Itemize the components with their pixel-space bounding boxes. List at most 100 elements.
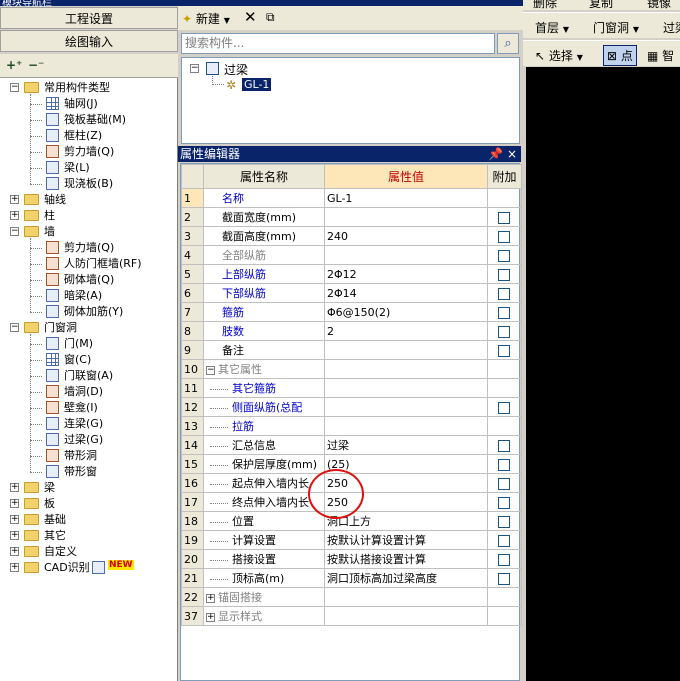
property-value[interactable]	[324, 587, 488, 607]
attach-checkbox[interactable]	[498, 439, 510, 452]
attach-checkbox[interactable]	[498, 553, 510, 566]
property-row[interactable]: 5 上部纵筋 2Φ12	[181, 264, 522, 284]
property-row[interactable]: 7 箍筋 Φ6@150(2)	[181, 302, 522, 322]
property-value[interactable]: 过梁	[324, 435, 488, 455]
tree-item-beam[interactable]: 梁(L)	[0, 160, 176, 176]
tree-item-civil-defense-wall[interactable]: 人防门框墙(RF)	[0, 256, 176, 272]
property-row[interactable]: 8 肢数 2	[181, 321, 522, 341]
mirror-button[interactable]: 镜像	[647, 0, 671, 11]
attach-checkbox[interactable]	[498, 268, 510, 281]
property-row[interactable]: 22 + 锚固搭接	[181, 587, 522, 607]
tree-custom[interactable]: + 自定义	[0, 544, 176, 560]
tree-item-door-window[interactable]: 门联窗(A)	[0, 368, 176, 384]
tree-wall[interactable]: − 墙	[0, 224, 176, 240]
attach-checkbox[interactable]	[498, 515, 510, 528]
expand-icon[interactable]: +	[10, 499, 19, 508]
property-row[interactable]: 37 + 显示样式	[181, 606, 522, 626]
project-settings-button[interactable]: 工程设置	[0, 7, 178, 29]
delete-icon[interactable]: ✕	[244, 8, 257, 26]
property-row[interactable]: 4 全部纵筋	[181, 245, 522, 265]
tree-item-niche[interactable]: 壁龛(I)	[0, 400, 176, 416]
component-select[interactable]: 过梁	[663, 19, 680, 36]
property-value[interactable]: 按默认计算设置计算	[324, 530, 488, 550]
collapse-icon[interactable]: −	[10, 83, 19, 92]
category-select[interactable]: 门窗洞 ▼	[593, 19, 639, 36]
property-value[interactable]	[324, 606, 488, 626]
tree-slab[interactable]: + 板	[0, 496, 176, 512]
attach-checkbox[interactable]	[498, 534, 510, 547]
property-row[interactable]: 1 名称 GL-1	[181, 188, 522, 208]
property-value[interactable]: 2Φ14	[324, 283, 488, 303]
close-icon[interactable]: ×	[507, 146, 517, 162]
attach-checkbox[interactable]	[498, 211, 510, 224]
search-input[interactable]: 搜索构件...	[181, 33, 495, 54]
property-value[interactable]: 2	[324, 321, 488, 341]
tree-item-door[interactable]: 门(M)	[0, 336, 176, 352]
property-value[interactable]	[324, 397, 488, 417]
property-row[interactable]: 10− 其它属性	[181, 359, 522, 379]
pin-icon[interactable]: 📌	[488, 146, 503, 162]
tree-item-cast-slab[interactable]: 现浇板(B)	[0, 176, 176, 192]
tree-item-window[interactable]: 窗(C)	[0, 352, 176, 368]
property-value[interactable]: (25)	[324, 454, 488, 474]
attach-checkbox[interactable]	[498, 572, 510, 585]
tree-root-label[interactable]: 过梁	[224, 61, 248, 78]
tree-item-gl1[interactable]: GL-1	[242, 78, 272, 91]
property-row[interactable]: 6 下部纵筋 2Φ14	[181, 283, 522, 303]
tree-item-wall-shear[interactable]: 剪力墙(Q)	[0, 240, 176, 256]
attach-checkbox[interactable]	[498, 401, 510, 414]
attach-checkbox[interactable]	[498, 496, 510, 509]
collapse-icon[interactable]: −	[10, 323, 19, 332]
attach-checkbox[interactable]	[498, 230, 510, 243]
property-value[interactable]: 洞口顶标高加过梁高度	[324, 568, 488, 588]
property-value[interactable]	[324, 416, 488, 436]
property-value[interactable]	[324, 340, 488, 360]
tree-item-strip-hole[interactable]: 带形洞	[0, 448, 176, 464]
attach-checkbox[interactable]	[498, 344, 510, 357]
attach-checkbox[interactable]	[498, 477, 510, 490]
property-row[interactable]: 14 汇总信息 过梁	[181, 435, 522, 455]
floor-select[interactable]: 首层 ▼	[535, 19, 569, 36]
new-component-button[interactable]: ✦ 新建 ▼	[182, 10, 230, 27]
tree-column[interactable]: + 柱	[0, 208, 176, 224]
attach-checkbox[interactable]	[498, 306, 510, 319]
tree-item-coupling-beam[interactable]: 连梁(G)	[0, 416, 176, 432]
property-row[interactable]: 13 拉筋	[181, 416, 522, 436]
tree-foundation[interactable]: + 基础	[0, 512, 176, 528]
delete-button[interactable]: 删除	[533, 0, 557, 11]
attach-checkbox[interactable]	[498, 325, 510, 338]
property-value[interactable]	[324, 207, 488, 227]
search-icon[interactable]: ⌕	[497, 33, 519, 54]
copy-icon[interactable]: ⧉	[266, 10, 275, 25]
property-row[interactable]: 19 计算设置 按默认计算设置计算	[181, 530, 522, 550]
attach-checkbox[interactable]	[498, 287, 510, 300]
property-row[interactable]: 20 搭接设置 按默认搭接设置计算	[181, 549, 522, 569]
attach-checkbox[interactable]	[498, 458, 510, 471]
tree-item-lintel[interactable]: 过梁(G)	[0, 432, 176, 448]
expand-icon[interactable]: +	[10, 547, 19, 556]
property-value[interactable]	[324, 245, 488, 265]
collapse-all-icon[interactable]: −⁻	[28, 58, 44, 72]
property-value[interactable]: GL-1	[324, 188, 488, 208]
tree-item-masonry-rebar[interactable]: 砌体加筋(Y)	[0, 304, 176, 320]
drawing-canvas[interactable]	[526, 67, 680, 681]
collapse-icon[interactable]: −	[10, 227, 19, 236]
expand-all-icon[interactable]: +⁺	[6, 58, 22, 72]
expand-icon[interactable]: +	[10, 195, 19, 204]
property-value[interactable]: 240	[324, 226, 488, 246]
property-row[interactable]: 15 保护层厚度(mm) (25)	[181, 454, 522, 474]
collapse-toggle[interactable]: −	[190, 64, 199, 73]
tree-other[interactable]: + 其它	[0, 528, 176, 544]
attach-checkbox[interactable]	[498, 249, 510, 262]
tree-item-raft[interactable]: 筏板基础(M)	[0, 112, 176, 128]
smart-button[interactable]: ▦ 智	[647, 47, 674, 64]
property-row[interactable]: 11 其它箍筋	[181, 378, 522, 398]
select-button[interactable]: ↖ 选择 ▼	[535, 47, 583, 64]
tree-common-types[interactable]: − 常用构件类型	[0, 80, 176, 96]
expand-icon[interactable]: +	[10, 531, 19, 540]
tree-axis[interactable]: + 轴线	[0, 192, 176, 208]
tree-beam[interactable]: + 梁	[0, 480, 176, 496]
tree-item-strip-window[interactable]: 带形窗	[0, 464, 176, 480]
expand-icon[interactable]: +	[10, 563, 19, 572]
property-row[interactable]: 12 侧面纵筋(总配	[181, 397, 522, 417]
